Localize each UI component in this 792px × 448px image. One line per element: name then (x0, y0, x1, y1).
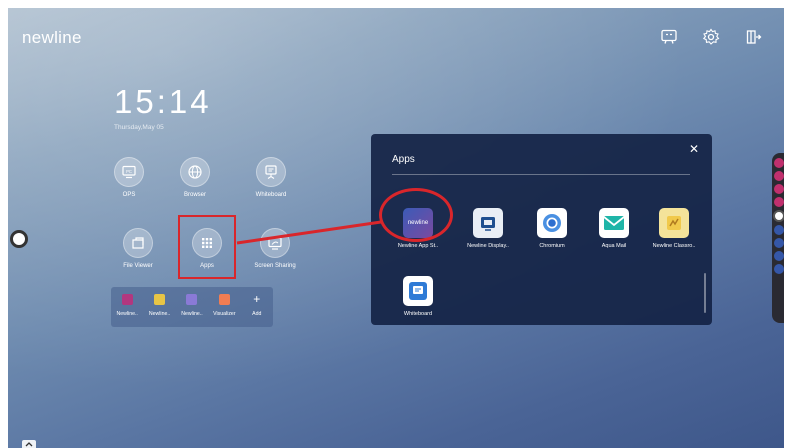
app-whiteboard[interactable]: Whiteboard (388, 276, 448, 317)
tile-label: OPS (122, 192, 136, 198)
sidebar-back-icon[interactable] (774, 264, 784, 274)
monitor-icon[interactable] (660, 28, 678, 46)
globe-icon (180, 157, 210, 187)
dock-item-label: Newline.. (148, 311, 171, 317)
app-label: Chromium (539, 243, 565, 249)
app-label: Newline App St.. (397, 243, 439, 249)
top-toolbar (660, 28, 762, 46)
app-newline-display[interactable]: Newline Display.. (458, 208, 518, 249)
right-sidebar (772, 153, 784, 323)
sidebar-annotate-icon[interactable] (774, 184, 784, 194)
whiteboard-icon (256, 157, 286, 187)
pc-icon: PC (114, 157, 144, 187)
app-aqua-mail[interactable]: Aqua Mail (584, 208, 644, 249)
app-label: Aqua Mail (601, 243, 627, 249)
scrollbar[interactable] (704, 273, 706, 313)
chevron-up-icon (25, 441, 33, 446)
apps-highlight-box (178, 215, 236, 279)
tile-browser[interactable]: Browser (165, 157, 225, 198)
sidebar-board-icon[interactable] (774, 197, 784, 207)
visualizer-icon (218, 294, 230, 305)
app-dock: Newline.. Newline.. Newline.. Visualizer… (111, 287, 273, 327)
newline-app-icon (121, 294, 133, 305)
newline-app-icon (154, 294, 166, 305)
plus-icon: + (253, 292, 261, 306)
clock-time: 15:14 (114, 83, 212, 120)
bottom-expand-button[interactable] (22, 440, 36, 448)
divider (392, 174, 690, 175)
floating-menu-left-button[interactable] (10, 230, 28, 248)
tile-whiteboard[interactable]: Whiteboard (241, 157, 301, 198)
dock-item-label: Visualizer (213, 311, 236, 317)
apps-panel-title: Apps (392, 154, 415, 165)
chromium-icon (537, 208, 567, 238)
tile-label: Whiteboard (255, 192, 287, 198)
dock-item-label: Newline.. (181, 311, 203, 317)
exit-icon[interactable] (744, 28, 762, 46)
sidebar-whiteboard-icon[interactable] (774, 158, 784, 168)
tile-file-viewer[interactable]: File Viewer (108, 228, 168, 269)
tile-screen-sharing[interactable]: Screen Sharing (245, 228, 305, 269)
app-label: Whiteboard (403, 311, 433, 317)
dock-item[interactable]: Visualizer (209, 294, 239, 327)
svg-text:PC: PC (126, 169, 132, 174)
app-newline-classroom[interactable]: Newline Classro.. (644, 208, 704, 249)
cast-icon (260, 228, 290, 258)
app-label: Newline Classro.. (652, 243, 696, 249)
sidebar-menu-button[interactable] (773, 210, 784, 222)
newline-app-icon (186, 294, 198, 305)
app-chromium[interactable]: Chromium (522, 208, 582, 249)
close-icon[interactable]: ✕ (689, 142, 699, 156)
sidebar-window-icon[interactable] (774, 251, 784, 261)
tile-label: Browser (183, 192, 206, 198)
classroom-icon (659, 208, 689, 238)
display-icon (473, 208, 503, 238)
whiteboard-icon (403, 276, 433, 306)
dock-item-label: Add (252, 311, 262, 317)
tile-label: File Viewer (123, 263, 153, 269)
dock-item-label: Newline.. (116, 311, 138, 317)
gear-icon[interactable] (702, 28, 720, 46)
sidebar-home-icon[interactable] (774, 171, 784, 181)
tile-label: Screen Sharing (254, 263, 296, 269)
dock-item[interactable]: Newline.. (112, 294, 142, 327)
app-store-highlight-ring (379, 188, 453, 242)
newline-logo: newline (22, 28, 82, 47)
mail-icon (599, 208, 629, 238)
folder-icon (123, 228, 153, 258)
sidebar-apps-icon[interactable] (774, 225, 784, 235)
dock-item[interactable]: Newline.. (177, 294, 207, 327)
sidebar-input-icon[interactable] (774, 238, 784, 248)
tile-ops[interactable]: PC OPS (99, 157, 159, 198)
dock-item[interactable]: Newline.. (145, 294, 175, 327)
app-label: Newline Display.. (467, 243, 509, 249)
dock-add-button[interactable]: + Add (242, 292, 272, 327)
clock-date: Thursday,May 05 (114, 124, 164, 131)
